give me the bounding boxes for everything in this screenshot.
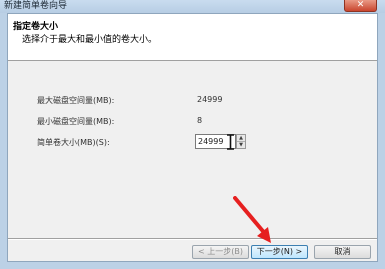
back-button[interactable]: < 上一步(B) (192, 245, 249, 259)
ibeam-cursor-icon (227, 134, 234, 150)
cancel-button[interactable]: 取消 (314, 245, 371, 259)
max-size-value: 24999 (197, 95, 223, 104)
page-title: 指定卷大小 (13, 22, 59, 32)
close-button[interactable]: ✕ (344, 0, 377, 12)
spin-up-icon[interactable]: ▲ (237, 135, 245, 142)
title-bar[interactable]: 新建简单卷向导 ✕ (0, 0, 385, 13)
page-subtitle: 选择介于最大和最小值的卷大小。 (22, 35, 158, 45)
volume-size-label: 简单卷大小(MB)(S): (37, 138, 110, 147)
volume-size-stepper: ▲ ▼ (195, 134, 247, 149)
wizard-window: 新建简单卷向导 ✕ 指定卷大小 选择介于最大和最小值的卷大小。 最大磁盘空间量(… (0, 0, 385, 269)
close-icon: ✕ (356, 0, 365, 10)
next-button[interactable]: 下一步(N) > (251, 245, 308, 259)
max-size-label: 最大磁盘空间量(MB): (37, 96, 115, 105)
min-size-label: 最小磁盘空间量(MB): (37, 117, 115, 126)
spin-down-icon[interactable]: ▼ (237, 142, 245, 148)
min-size-value: 8 (197, 116, 203, 125)
spin-buttons: ▲ ▼ (236, 134, 246, 149)
window-title: 新建简单卷向导 (4, 1, 68, 11)
wizard-client-area: 指定卷大小 选择介于最大和最小值的卷大小。 最大磁盘空间量(MB): 24999… (7, 13, 378, 262)
wizard-header: 指定卷大小 选择介于最大和最小值的卷大小。 (8, 14, 377, 61)
wizard-footer: < 上一步(B) 下一步(N) > 取消 (8, 240, 377, 261)
